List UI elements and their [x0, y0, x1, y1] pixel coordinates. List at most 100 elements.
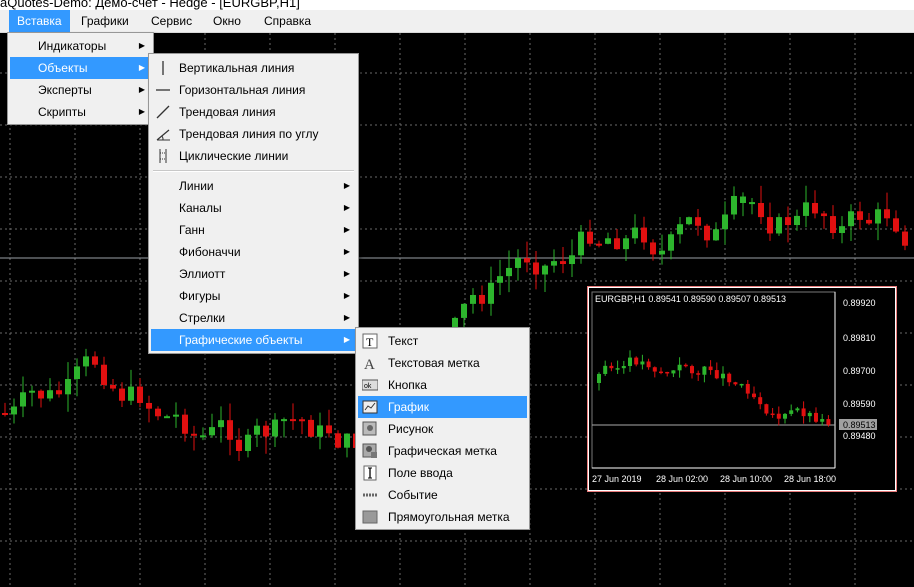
candle-body: [634, 357, 639, 365]
menu-item-edit-field[interactable]: Поле ввода: [358, 462, 527, 484]
menu-item-cycle-lines[interactable]: Циклические линии: [151, 145, 356, 167]
menu-item-vertical-line[interactable]: Вертикальная линия: [151, 57, 356, 79]
candle-body: [83, 356, 89, 367]
menu-insert[interactable]: Вставка: [9, 10, 70, 32]
candle-body: [47, 390, 53, 399]
candle-body: [704, 225, 710, 241]
menu-item-button[interactable]: ok Кнопка: [358, 374, 527, 396]
submenu-arrow-icon: ▶: [343, 247, 350, 256]
menu-item-text[interactable]: T Текст: [358, 330, 527, 352]
menu-item-lines[interactable]: Линии ▶: [151, 175, 356, 197]
menu-item-gann[interactable]: Ганн ▶: [151, 219, 356, 241]
candle-body: [652, 367, 657, 372]
candle-body: [758, 203, 764, 218]
candle-body: [65, 379, 71, 395]
candle-body: [721, 373, 725, 379]
price-label: 0.89700: [843, 366, 876, 376]
submenu-arrow-icon: ▶: [138, 85, 145, 94]
candle-body: [702, 366, 707, 375]
menu-item-trend-angle[interactable]: Трендовая линия по углу: [151, 123, 356, 145]
menu-item-horizontal-line[interactable]: Горизонтальная линия: [151, 79, 356, 101]
candle-body: [632, 227, 638, 239]
menu-item-bitmap-label[interactable]: Графическая метка: [358, 440, 527, 462]
candle-body: [2, 413, 8, 415]
chart-object[interactable]: EURGBP,H1 0.89541 0.89590 0.89507 0.8951…: [588, 287, 896, 491]
candle-body: [745, 383, 750, 394]
candle-body: [218, 420, 224, 428]
candle-body: [164, 416, 170, 419]
svg-text:ok: ok: [364, 383, 372, 390]
candle-body: [686, 217, 692, 225]
candle-body: [578, 231, 584, 256]
candle-body: [665, 371, 670, 374]
menu-window[interactable]: Окно: [205, 10, 249, 32]
window-title: aQuotes-Demo: Демо-счет - Hedge - [EURGB…: [0, 0, 300, 10]
menu-service[interactable]: Сервис: [143, 10, 200, 32]
candle-body: [812, 203, 818, 214]
candle-body: [690, 366, 694, 374]
menu-item-chart[interactable]: График: [358, 396, 527, 418]
candle-body: [801, 408, 806, 417]
menu-item-text-label[interactable]: A Текстовая метка: [358, 352, 527, 374]
menu-item-rect-label[interactable]: Прямоугольная метка: [358, 506, 527, 528]
candle-body: [733, 382, 738, 385]
menu-charts[interactable]: Графики: [73, 10, 137, 32]
candle-body: [814, 412, 818, 422]
menu-item-shapes[interactable]: Фигуры ▶: [151, 285, 356, 307]
time-label: 28 Jun 10:00: [720, 474, 772, 484]
candle-body: [727, 373, 732, 383]
text-label-icon: A: [364, 357, 375, 371]
candle-body: [603, 365, 608, 374]
candle-body: [542, 265, 548, 275]
menu-item-objects[interactable]: Объекты ▶: [10, 57, 151, 79]
candle-body: [137, 386, 143, 403]
menu-item-trend-line[interactable]: Трендовая линия: [151, 101, 356, 123]
candle-body: [740, 196, 746, 203]
menu-item-arrows[interactable]: Стрелки ▶: [151, 307, 356, 329]
menu-item-fibonacci[interactable]: Фибоначчи ▶: [151, 241, 356, 263]
candle-body: [92, 356, 98, 365]
graphic-objects-menu: T Текст A Текстовая метка ok Кнопка Граф…: [355, 327, 530, 530]
menu-item-experts[interactable]: Эксперты ▶: [10, 79, 151, 101]
menu-item-elliott[interactable]: Эллиотт ▶: [151, 263, 356, 285]
menu-item-channels[interactable]: Каналы ▶: [151, 197, 356, 219]
menu-item-event[interactable]: Событие: [358, 484, 527, 506]
candle-body: [560, 261, 566, 265]
candle-body: [506, 267, 512, 277]
menu-item-picture[interactable]: Рисунок: [358, 418, 527, 440]
candle-body: [875, 209, 881, 224]
trend-angle-icon: [156, 129, 170, 141]
menu-help[interactable]: Справка: [256, 10, 319, 32]
menu-item-scripts[interactable]: Скрипты ▶: [10, 101, 151, 123]
candle-body: [866, 219, 872, 224]
menu-item-graphic-objects[interactable]: Графические объекты ▶: [151, 329, 356, 351]
candle-body: [146, 402, 152, 409]
rect-label-icon: [362, 510, 378, 524]
menu-item-indicators[interactable]: Индикаторы ▶: [10, 35, 151, 57]
candle-body: [155, 408, 161, 417]
submenu-arrow-icon: ▶: [138, 41, 145, 50]
candle-body: [615, 368, 620, 370]
candle-body: [326, 425, 332, 434]
candle-body: [29, 390, 35, 393]
time-label: 28 Jun 02:00: [656, 474, 708, 484]
candle-body: [714, 370, 719, 379]
candle-body: [515, 258, 521, 268]
candle-body: [587, 231, 593, 244]
candle-body: [497, 276, 503, 283]
text-icon: T: [362, 333, 378, 349]
candle-body: [191, 433, 197, 436]
price-label: 0.89480: [843, 431, 876, 441]
mini-plot-frame: [591, 291, 836, 469]
cycle-lines-icon: [159, 149, 167, 163]
submenu-arrow-icon: ▶: [138, 63, 145, 72]
candle-body: [110, 384, 116, 389]
candle-body: [830, 216, 836, 234]
candle-body: [245, 434, 251, 451]
candle-body: [182, 414, 188, 434]
submenu-arrow-icon: ▶: [343, 291, 350, 300]
candle-body: [299, 419, 305, 422]
candle-body: [807, 412, 812, 417]
candle-body: [596, 243, 602, 246]
svg-text:A: A: [364, 357, 375, 371]
